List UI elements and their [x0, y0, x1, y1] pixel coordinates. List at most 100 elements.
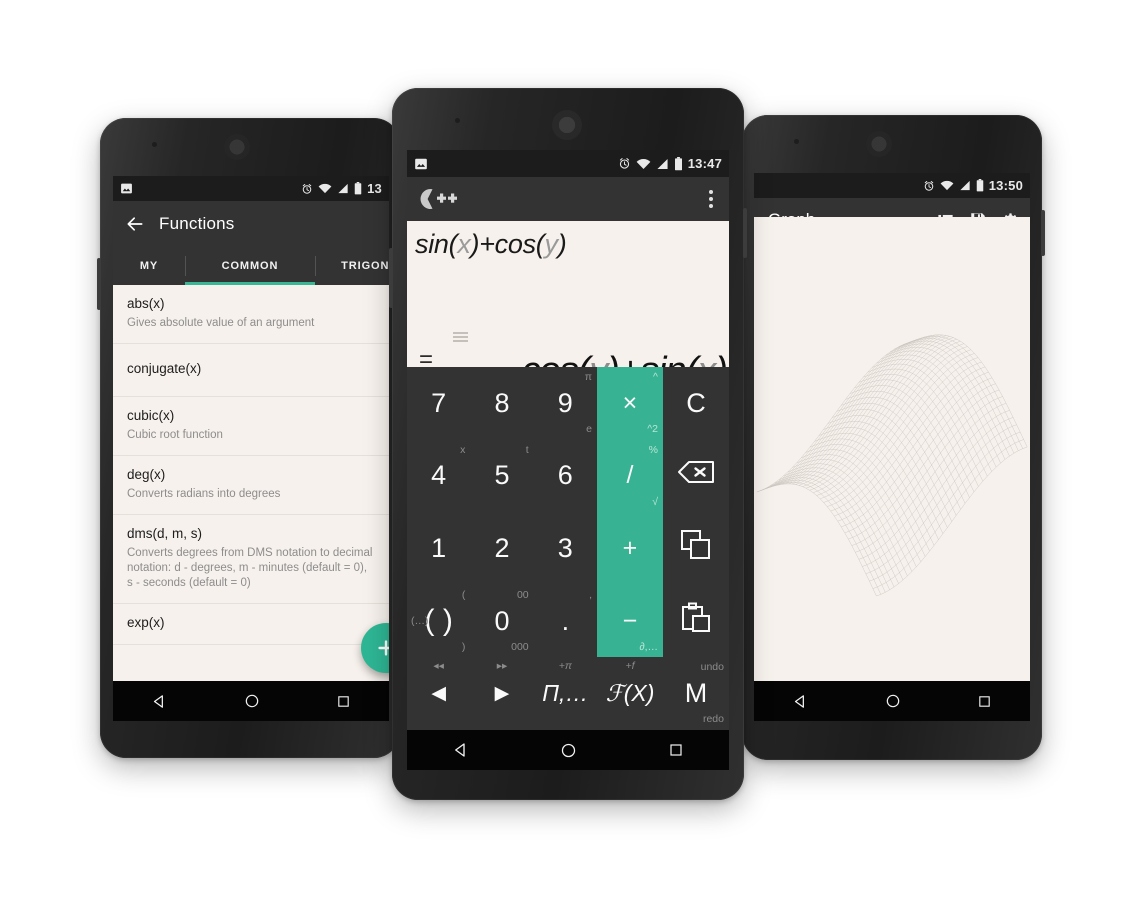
key-7-label: 7	[431, 387, 447, 418]
key-memory-hint-redo: redo	[702, 713, 724, 726]
key-minus-hint-derivative: ∂,…	[639, 640, 658, 653]
nav-back-button[interactable]	[792, 693, 809, 710]
android-nav-bar-right	[754, 681, 1030, 721]
list-item[interactable]: conjugate(x)	[113, 344, 389, 397]
image-icon	[120, 182, 133, 195]
key-memory-label: M	[684, 678, 708, 709]
graph-plot-area[interactable]	[754, 217, 1030, 681]
key-multiply-hint-square: ^2	[647, 423, 658, 436]
key-3[interactable]: 3	[534, 512, 597, 585]
key-plus[interactable]: +	[596, 512, 663, 585]
status-bar-left-right: 13	[301, 181, 382, 196]
status-bar-clock: 13	[367, 181, 382, 196]
key-cursor-right[interactable]: ▸▸ ▶	[470, 657, 533, 730]
key-8[interactable]: 8	[470, 367, 533, 440]
list-item[interactable]: abs(x) Gives absolute value of an argume…	[113, 285, 389, 345]
tab-common-label: COMMON	[221, 260, 279, 272]
status-bar-right: 13:50	[754, 173, 1030, 198]
status-bar-center-icons: 13:47	[618, 156, 722, 171]
key-clear[interactable]: C	[663, 367, 729, 440]
key-cursor-left-hint: ◂◂	[433, 660, 444, 673]
wifi-icon	[636, 158, 651, 170]
status-bar-clock: 13:47	[687, 156, 722, 171]
key-4-hint-x: x	[460, 443, 466, 456]
key-constants-label: Π,…	[542, 680, 589, 707]
nav-home-button[interactable]	[885, 693, 901, 709]
tab-my[interactable]: MY	[113, 247, 185, 285]
function-name: abs(x)	[127, 296, 165, 311]
function-description: Converts degrees from DMS notation to de…	[127, 546, 373, 590]
functions-list[interactable]: abs(x) Gives absolute value of an argume…	[113, 285, 389, 721]
key-5[interactable]: t 5	[470, 440, 533, 513]
list-item[interactable]: deg(x) Converts radians into degrees	[113, 456, 389, 516]
key-4[interactable]: x 4	[407, 440, 470, 513]
key-7[interactable]: 7	[407, 367, 470, 440]
key-6-label: 6	[557, 460, 573, 491]
key-1[interactable]: 1	[407, 512, 470, 585]
nav-recents-button[interactable]	[668, 742, 684, 758]
status-bar-center: 13:47	[407, 150, 729, 177]
tab-common[interactable]: COMMON	[185, 247, 315, 285]
phone-right: 13:50 Graph	[742, 115, 1045, 760]
key-0[interactable]: 00 0 000	[470, 585, 533, 658]
screenshot-stage: 13 Functions MY COMMON TRIGONO	[0, 0, 1140, 900]
status-bar-left-icons	[120, 182, 296, 195]
function-name: deg(x)	[127, 466, 166, 482]
power-button[interactable]	[1041, 210, 1045, 256]
key-memory[interactable]: undo M redo	[663, 657, 729, 730]
overflow-menu-icon[interactable]	[705, 186, 717, 212]
key-paste[interactable]	[663, 585, 729, 658]
list-item[interactable]: exp(x)	[113, 604, 389, 646]
key-multiply-hint-power: ^	[653, 371, 658, 383]
volume-button[interactable]	[97, 258, 101, 310]
back-arrow-icon[interactable]	[125, 214, 145, 234]
image-icon	[414, 157, 428, 171]
tab-bar: MY COMMON TRIGONO	[113, 247, 389, 285]
key-multiply[interactable]: ^ × ^2	[596, 367, 663, 440]
phone-left-screen: 13 Functions MY COMMON TRIGONO	[113, 176, 389, 721]
signal-icon	[337, 183, 349, 194]
key-divide[interactable]: % / √	[596, 439, 663, 513]
backspace-icon	[677, 460, 715, 491]
key-minus[interactable]: − ∂,…	[596, 584, 663, 658]
key-backspace[interactable]	[663, 440, 729, 513]
key-9[interactable]: π 9 e	[534, 367, 597, 440]
earpiece-speaker	[224, 134, 250, 160]
app-bar-calculator	[407, 177, 729, 221]
key-plus-label: +	[622, 533, 638, 562]
key-parentheses-hint-close: )	[461, 640, 466, 653]
tab-trigonometry[interactable]: TRIGONO	[315, 247, 389, 285]
key-6[interactable]: 6	[534, 440, 597, 513]
nav-home-button[interactable]	[560, 742, 577, 759]
battery-icon	[976, 179, 984, 192]
tab-trigonometry-label: TRIGONO	[341, 260, 389, 272]
key-decimal[interactable]: , .	[534, 585, 597, 658]
key-2[interactable]: 2	[470, 512, 533, 585]
key-cursor-left[interactable]: ◂◂ ◀	[407, 657, 470, 730]
nav-back-button[interactable]	[452, 741, 470, 759]
phone-center-screen: 13:47 sin(x)+cos(y) = 7 8 π 9 e ^ × ^2 C…	[407, 150, 729, 770]
list-item[interactable]: cubic(x) Cubic root function	[113, 397, 389, 456]
phone-left: 13 Functions MY COMMON TRIGONO	[97, 118, 400, 758]
key-constants[interactable]: +π Π,…	[534, 657, 597, 730]
key-parentheses-hint-open: (	[461, 588, 466, 601]
key-copy[interactable]	[663, 512, 729, 585]
nav-back-button[interactable]	[151, 693, 168, 710]
key-cursor-right-hint: ▸▸	[496, 660, 508, 673]
nav-recents-button[interactable]	[336, 694, 351, 709]
list-item[interactable]: dms(d, m, s) Converts degrees from DMS n…	[113, 515, 389, 605]
key-1-label: 1	[431, 532, 447, 563]
key-divide-label: /	[626, 461, 634, 490]
volume-button[interactable]	[389, 248, 393, 308]
alarm-icon	[301, 183, 313, 195]
function-name: dms(d, m, s)	[127, 526, 203, 542]
key-functions[interactable]: +f ℱ(X)	[597, 657, 663, 730]
nav-recents-button[interactable]	[977, 694, 992, 709]
key-4-label: 4	[431, 460, 447, 491]
nav-home-button[interactable]	[244, 693, 260, 709]
key-9-hint-pi: π	[584, 371, 592, 383]
key-parentheses[interactable]: (…) ( ( ) )	[407, 585, 470, 658]
android-nav-bar-left	[113, 681, 389, 721]
expression-input[interactable]: sin(x)+cos(y)	[415, 229, 567, 260]
power-button[interactable]	[743, 208, 747, 258]
